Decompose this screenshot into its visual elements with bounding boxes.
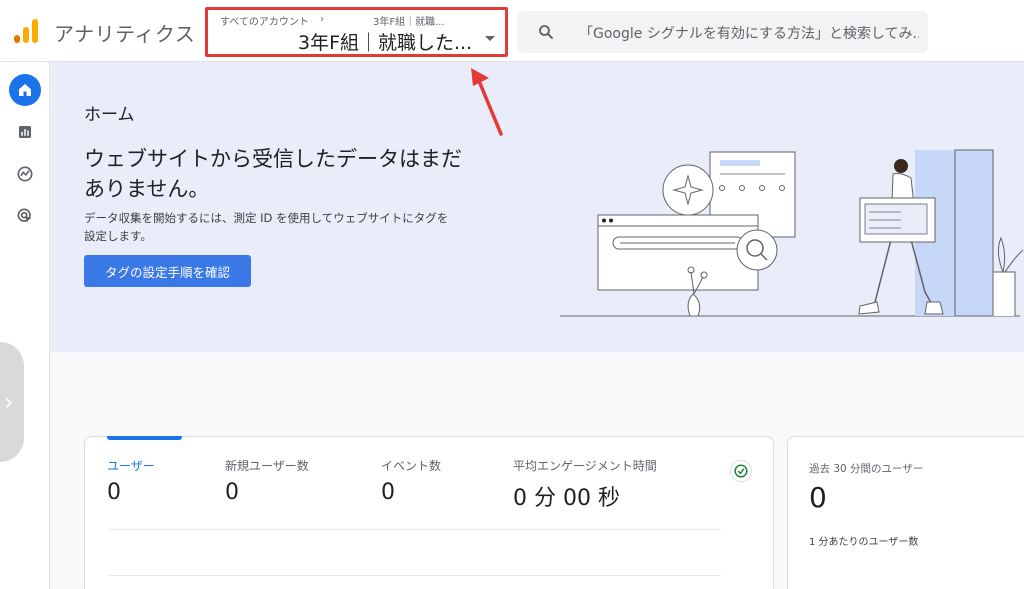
metric-label: 平均エンゲージメント時間 [513, 459, 657, 473]
nav-advertising-button[interactable] [9, 200, 41, 232]
breadcrumb-property: 3年F組｜就職... [373, 17, 445, 28]
metric-avg-engagement[interactable]: 平均エンゲージメント時間 0 分 00 秒 [513, 457, 657, 512]
home-icon [19, 84, 31, 96]
hero-illustration [560, 149, 1024, 317]
breadcrumb-account: すべてのアカウント [220, 17, 309, 28]
metric-value: 0 分 00 秒 [513, 486, 620, 511]
chevron-right-icon: › [4, 388, 14, 416]
home-hero: ホーム ウェブサイトから受信したデータはまだありません。 データ収集を開始するに… [50, 62, 1024, 352]
reports-icon [19, 126, 31, 138]
analytics-logo[interactable] [12, 17, 40, 45]
metric-value: 0 [225, 480, 239, 505]
metric-value: 0 [381, 480, 395, 505]
metric-value: 0 [107, 480, 121, 505]
empty-state-heading: ウェブサイトから受信したデータはまだありません。 [84, 147, 462, 201]
metric-label: イベント数 [381, 459, 442, 473]
app-title: アナリティクス [54, 22, 196, 46]
metrics-card: ユーザー 0 新規ユーザー数 0 イベント数 0 平均エンゲージメント時間 0 … [84, 436, 774, 589]
metric-new-users[interactable]: 新規ユーザー数 0 [225, 457, 309, 505]
realtime-card: 過去 30 分間のユーザー 0 1 分あたりのユーザー数 [787, 436, 1024, 589]
search-input[interactable]: 「Google シグナルを有効にする方法」と検索してみ... [579, 23, 919, 43]
check-icon [734, 464, 748, 478]
left-nav-rail: › [0, 62, 50, 589]
realtime-value: 0 [809, 481, 827, 514]
advertising-icon [17, 208, 32, 223]
breadcrumb-chevron-icon: › [320, 14, 324, 25]
top-bar: アナリティクス すべてのアカウント › 3年F組｜就職... 3年F組｜就職した… [0, 0, 1024, 62]
nav-explore-button[interactable] [9, 158, 41, 190]
nav-home-button[interactable] [9, 74, 41, 106]
account-property-picker[interactable]: すべてのアカウント › 3年F組｜就職... 3年F組｜就職した... [205, 7, 508, 57]
realtime-sublabel: 1 分あたりのユーザー数 [809, 537, 919, 548]
metric-users[interactable]: ユーザー 0 [107, 457, 155, 505]
search-icon [539, 25, 553, 39]
explore-icon [17, 166, 33, 182]
active-tab-indicator [107, 436, 182, 440]
metric-label: 新規ユーザー数 [225, 459, 309, 473]
chart-gridline [109, 575, 721, 576]
dropdown-caret-icon [485, 36, 495, 41]
empty-state-description: データ収集を開始するには、測定 ID を使用してウェブサイトにタグを設定します。 [84, 211, 449, 243]
search-bar[interactable]: 「Google シグナルを有効にする方法」と検索してみ... [517, 11, 928, 53]
view-tag-setup-button[interactable]: タグの設定手順を確認 [84, 255, 251, 287]
metric-events[interactable]: イベント数 0 [381, 457, 441, 505]
page-title: ホーム [84, 105, 135, 125]
realtime-label: 過去 30 分間のユーザー [809, 463, 924, 475]
annotation-arrow [471, 68, 503, 136]
property-name: 3年F組｜就職した... [298, 32, 473, 54]
expand-nav-handle[interactable]: › [0, 342, 24, 462]
check-circle-icon[interactable] [730, 460, 752, 482]
nav-reports-button[interactable] [9, 116, 41, 148]
metric-label: ユーザー [107, 459, 155, 473]
chart-gridline [109, 529, 721, 530]
